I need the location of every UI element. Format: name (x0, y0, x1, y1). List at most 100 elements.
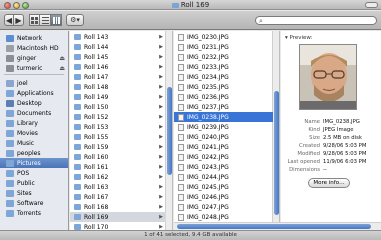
icon-view-button[interactable] (29, 14, 40, 26)
file-name: IMG_0233.JPG (187, 63, 229, 71)
file-row[interactable]: IMG_0231.JPG (174, 42, 273, 52)
sidebar-item[interactable]: POS (0, 168, 68, 178)
sidebar-item[interactable]: Public (0, 178, 68, 188)
folder-row[interactable]: Roll 167 ▶ (70, 192, 166, 202)
preview-pane: ▾ Preview: Name IMG_0238.JPG Kind JPEG Imag… (281, 31, 381, 230)
file-row[interactable]: IMG_0230.JPG (174, 32, 273, 42)
list-view-button[interactable] (40, 14, 51, 26)
sidebar-item[interactable]: peoples (0, 148, 68, 158)
file-row[interactable]: IMG_0240.JPG (174, 132, 273, 142)
window-title: Roll 169 (0, 1, 381, 9)
file-row[interactable]: IMG_0246.JPG (174, 192, 273, 202)
folder-column-scrollbar[interactable] (165, 31, 172, 230)
folder-row[interactable]: Roll 146 ▶ (70, 62, 166, 72)
file-row[interactable]: IMG_0233.JPG (174, 62, 273, 72)
folder-row[interactable]: Roll 155 ▶ (70, 132, 166, 142)
toolbar-toggle-button[interactable] (365, 2, 378, 8)
drive-icon (6, 64, 14, 72)
horizontal-scrollbar[interactable] (174, 222, 381, 230)
jpeg-file-icon (178, 103, 184, 111)
scrollbar-thumb[interactable] (274, 91, 279, 215)
folder-name: Roll 168 (84, 203, 109, 211)
file-row[interactable]: IMG_0242.JPG (174, 152, 273, 162)
sidebar-item[interactable]: Macintosh HD (0, 43, 68, 53)
file-column-scrollbar[interactable] (272, 31, 279, 230)
folder-row[interactable]: Roll 163 ▶ (70, 182, 166, 192)
forward-button[interactable]: ▶ (14, 14, 24, 26)
sidebar-item-label: Applications (17, 89, 54, 97)
folder-row[interactable]: Roll 162 ▶ (70, 172, 166, 182)
drive-icon (6, 54, 14, 62)
scrollbar-thumb[interactable] (167, 87, 172, 175)
folder-row[interactable]: Roll 160 ▶ (70, 152, 166, 162)
folder-row[interactable]: Roll 144 ▶ (70, 42, 166, 52)
folder-icon (74, 154, 81, 160)
sidebar-item-label: peoples (17, 149, 41, 157)
folder-row[interactable]: Roll 169 ▶ (70, 212, 166, 222)
eject-icon[interactable]: ⏏ (59, 55, 65, 62)
library-folder-icon (6, 119, 14, 127)
sidebar-item[interactable]: Movies (0, 128, 68, 138)
action-menu-button[interactable]: ⚙▾ (66, 14, 84, 26)
folder-row[interactable]: Roll 161 ▶ (70, 162, 166, 172)
disclosure-arrow-icon: ▶ (159, 124, 163, 130)
folder-row[interactable]: Roll 153 ▶ (70, 122, 166, 132)
file-row[interactable]: IMG_0236.JPG (174, 92, 273, 102)
file-row[interactable]: IMG_0248.JPG (174, 212, 273, 222)
file-row[interactable]: IMG_0234.JPG (174, 72, 273, 82)
sidebar-item[interactable]: Documents (0, 108, 68, 118)
sidebar-item[interactable]: joel (0, 78, 68, 88)
file-row[interactable]: IMG_0237.JPG (174, 102, 273, 112)
folder-row[interactable]: Roll 159 ▶ (70, 142, 166, 152)
folder-row[interactable]: Roll 145 ▶ (70, 52, 166, 62)
folder-row[interactable]: Roll 147 ▶ (70, 72, 166, 82)
sidebar-item[interactable]: Torrents (0, 208, 68, 218)
sidebar-item[interactable]: Software (0, 198, 68, 208)
folder-row[interactable]: Roll 170 ▶ (70, 222, 166, 230)
file-row[interactable]: IMG_0239.JPG (174, 122, 273, 132)
back-button[interactable]: ◀ (4, 14, 14, 26)
file-row[interactable]: IMG_0238.JPG (174, 112, 273, 122)
folder-row[interactable]: Roll 152 ▶ (70, 112, 166, 122)
file-row[interactable]: IMG_0245.JPG (174, 182, 273, 192)
file-name: IMG_0240.JPG (187, 133, 229, 141)
file-row[interactable]: IMG_0243.JPG (174, 162, 273, 172)
title-bar[interactable]: Roll 169 (0, 0, 381, 10)
sidebar-item[interactable]: turmeric ⏏ (0, 63, 68, 73)
file-row[interactable]: IMG_0244.JPG (174, 172, 273, 182)
sidebar-item[interactable]: Applications (0, 88, 68, 98)
sidebar-item-label: Macintosh HD (17, 44, 59, 52)
sidebar-item[interactable]: Library (0, 118, 68, 128)
folder-row[interactable]: Roll 168 ▶ (70, 202, 166, 212)
folder-name: Roll 155 (84, 133, 109, 141)
folder-row[interactable]: Roll 148 ▶ (70, 82, 166, 92)
file-row[interactable]: IMG_0235.JPG (174, 82, 273, 92)
column-view-icon (52, 16, 60, 24)
sidebar-item[interactable]: Music (0, 138, 68, 148)
eject-icon[interactable]: ⏏ (59, 65, 65, 72)
search-field[interactable]: ⌕ (255, 16, 377, 25)
status-text: 1 of 41 selected, 9.4 GB available (144, 232, 237, 238)
sidebar-item[interactable]: Desktop (0, 98, 68, 108)
sidebar-item[interactable]: ginger ⏏ (0, 53, 68, 63)
music-folder-icon (6, 139, 14, 147)
folder-row[interactable]: Roll 149 ▶ (70, 92, 166, 102)
metadata-value: -- (323, 167, 327, 173)
folder-row[interactable]: Roll 150 ▶ (70, 102, 166, 112)
sidebar-item[interactable]: Network (0, 33, 68, 43)
more-info-button[interactable]: More info… (308, 178, 350, 188)
hard-drive-icon (6, 44, 14, 52)
folder-row[interactable]: Roll 143 ▶ (70, 32, 166, 42)
sidebar-item[interactable]: Sites (0, 188, 68, 198)
disclosure-arrow-icon: ▶ (159, 34, 163, 40)
file-row[interactable]: IMG_0247.JPG (174, 202, 273, 212)
sidebar-item[interactable]: Pictures (0, 158, 68, 168)
horizontal-scrollbar-thumb[interactable] (177, 224, 371, 229)
disclosure-arrow-icon: ▶ (159, 114, 163, 120)
disclosure-arrow-icon: ▶ (159, 144, 163, 150)
folder-name: Roll 152 (84, 113, 109, 121)
file-row[interactable]: IMG_0232.JPG (174, 52, 273, 62)
file-row[interactable]: IMG_0241.JPG (174, 142, 273, 152)
file-name: IMG_0232.JPG (187, 53, 229, 61)
column-view-button[interactable] (51, 14, 62, 26)
